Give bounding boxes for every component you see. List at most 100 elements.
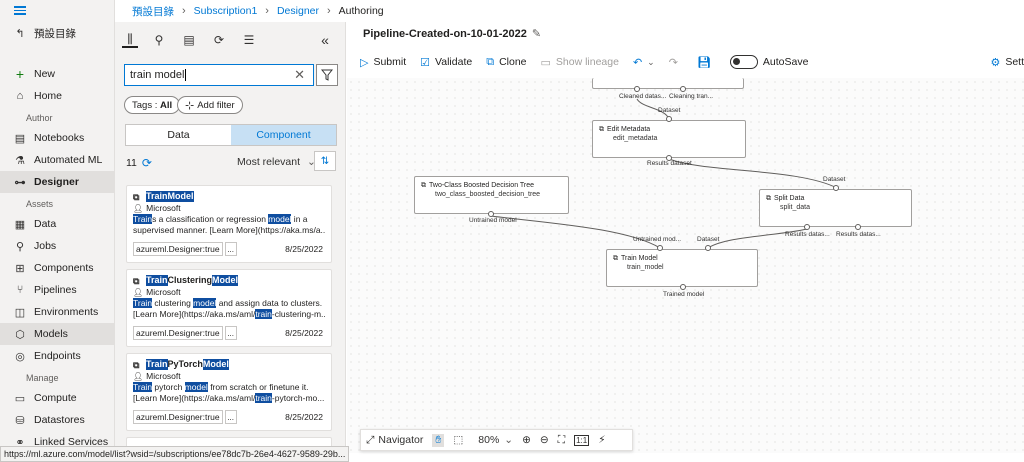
card-tag[interactable]: azureml.Designer:true xyxy=(133,410,223,424)
breadcrumb-subscription[interactable]: Subscription1 xyxy=(194,5,258,17)
port-out[interactable] xyxy=(804,224,810,230)
pan-hand-button[interactable]: ✋︎ xyxy=(432,433,445,447)
hamburger-menu-icon[interactable] xyxy=(14,4,26,16)
fit-to-screen-button[interactable]: ⛶ xyxy=(558,434,565,447)
settings-button[interactable]: ⚙ Sett xyxy=(990,56,1024,69)
library-tab-icon[interactable]: ⫼ xyxy=(122,32,138,48)
breadcrumb-directory[interactable]: 預設目錄 xyxy=(132,4,174,19)
more-tags-button[interactable]: ... xyxy=(224,410,237,424)
text-segment: supervised manner. [Learn More](https://… xyxy=(133,225,325,235)
zoom-dropdown[interactable]: 80% ⌄ xyxy=(478,434,513,446)
card-description-line: [Learn More](https://aka.ms/aml/train-cl… xyxy=(133,309,325,320)
nav-section-assets: Assets xyxy=(26,199,54,209)
card-description-line: Train clustering model and assign data t… xyxy=(133,298,325,309)
tab-component[interactable]: Component xyxy=(231,125,336,145)
select-button[interactable]: ⬚ xyxy=(453,434,463,446)
zoom-in-button[interactable]: ⊕ xyxy=(522,434,531,446)
port-in[interactable] xyxy=(833,185,839,191)
autosave-toggle[interactable]: AutoSave xyxy=(729,55,808,69)
clear-search-icon[interactable]: ✕ xyxy=(294,67,305,83)
search-highlight: Train xyxy=(133,214,153,224)
chevron-right-icon: › xyxy=(327,5,331,17)
port-in[interactable] xyxy=(657,245,663,251)
nav-item-compute[interactable]: ▭ Compute xyxy=(0,387,115,409)
hand-icon: ✋︎ xyxy=(435,433,442,446)
nav-item-pipelines[interactable]: ⑂ Pipelines xyxy=(0,279,115,301)
show-lineage-button[interactable]: ▭ Show lineage xyxy=(541,56,619,69)
component-card-train-pytorch-model[interactable]: ⧉ Train PyTorch Model 👤︎ Microsoft Train pyt… xyxy=(126,353,332,431)
search-highlight: train xyxy=(255,393,272,403)
nav-item-components[interactable]: ⊞ Components xyxy=(0,257,115,279)
breadcrumb-designer[interactable]: Designer xyxy=(277,5,319,17)
undo-button[interactable]: ↶ ⌄ xyxy=(633,56,655,69)
port-out[interactable] xyxy=(680,284,686,290)
search-highlight: Train xyxy=(146,359,168,370)
card-description-line: [Learn More](https://aka.ms/aml/train-py… xyxy=(133,393,325,404)
nav-item-data[interactable]: ▦ Data xyxy=(0,213,115,235)
list-tab-icon[interactable]: ☰ xyxy=(241,32,257,48)
sort-dropdown[interactable]: Most relevant ⌄ xyxy=(237,156,316,168)
pipeline-canvas[interactable]: Cleaned datas... Cleaning tran... Datase… xyxy=(347,78,1024,453)
redo-button[interactable]: ↷ xyxy=(669,56,683,69)
search-highlight: Train xyxy=(146,275,168,286)
nav-item-datastores[interactable]: ⛁ Datastores xyxy=(0,409,115,431)
card-tag[interactable]: azureml.Designer:true xyxy=(133,242,223,256)
nav-item-automated-ml[interactable]: ⚗ Automated ML xyxy=(0,149,115,171)
card-tag[interactable]: azureml.Designer:true xyxy=(133,326,223,340)
save-button[interactable]: 💾︎ xyxy=(697,56,716,69)
port-in[interactable] xyxy=(666,116,672,122)
node-train-model[interactable]: ⧉ Train Model train_model xyxy=(606,249,758,287)
refresh-tab-icon[interactable]: ⟳ xyxy=(211,32,227,48)
module-icon: ⧉ xyxy=(766,195,771,202)
add-filter-button[interactable]: ⊹ Add filter xyxy=(177,96,243,114)
text-segment: Clustering xyxy=(167,275,213,285)
search-tab-icon[interactable]: ⚲ xyxy=(151,32,167,48)
tags-filter-pill[interactable]: Tags : All xyxy=(124,96,181,114)
component-card-train-clustering-model[interactable]: ⧉ Train Clustering Model 👤︎ Microsoft Train … xyxy=(126,269,332,347)
edit-pencil-icon[interactable]: ✎ xyxy=(532,27,541,40)
nav-item-designer[interactable]: ⊶ Designer xyxy=(0,171,115,193)
module-icon: ⧉ xyxy=(421,182,426,189)
text-segment: clustering xyxy=(152,298,194,308)
navigator-button[interactable]: ⤢ Navigator xyxy=(366,434,423,447)
zoom-out-button[interactable]: ⊖ xyxy=(540,434,549,446)
port-out[interactable] xyxy=(634,86,640,92)
port-label: Trained model xyxy=(663,291,705,298)
port-out[interactable] xyxy=(855,224,861,230)
node-cleaning[interactable] xyxy=(592,78,744,89)
component-search-input[interactable]: train model ✕ xyxy=(124,64,314,86)
sort-icon: ⇅ xyxy=(320,155,330,167)
nav-item-environments[interactable]: ◫ Environments xyxy=(0,301,115,323)
port-label: Untrained mod... xyxy=(633,236,682,243)
nav-item-new[interactable]: + New xyxy=(0,63,115,85)
node-two-class-boosted-decision-tree[interactable]: ⧉ Two-Class Boosted Decision Tree two_cla… xyxy=(414,176,569,214)
module-icon: ⧉ xyxy=(613,255,618,262)
more-tags-button[interactable]: ... xyxy=(224,242,237,256)
submit-button[interactable]: ▷ Submit xyxy=(360,56,406,69)
port-out[interactable] xyxy=(680,86,686,92)
nav-item-models[interactable]: ⬡ Models xyxy=(0,323,115,345)
collapse-panel-icon[interactable]: « xyxy=(317,32,333,48)
nav-item-jobs[interactable]: ⚲ Jobs xyxy=(0,235,115,257)
more-tags-button[interactable]: ... xyxy=(224,326,237,340)
nav-item-notebooks[interactable]: ▤ Notebooks xyxy=(0,127,115,149)
component-card-train-model[interactable]: ⧉ Train Model 👤︎ Microsoft Trains a classifi… xyxy=(126,185,332,263)
validate-button[interactable]: ☑ Validate xyxy=(420,56,472,69)
tab-data[interactable]: Data xyxy=(126,125,231,145)
node-split-data[interactable]: ⧉ Split Data split_data xyxy=(759,189,912,227)
sort-order-button[interactable]: ⇅ xyxy=(314,151,336,171)
clone-button[interactable]: ⧉ Clone xyxy=(486,56,526,69)
filter-icon xyxy=(321,69,333,81)
search-highlight: model xyxy=(193,298,217,308)
port-in[interactable] xyxy=(705,245,711,251)
auto-layout-button[interactable]: ⚡︎ xyxy=(598,434,605,446)
datastores-icon: ⛁ xyxy=(15,414,25,427)
nav-item-home[interactable]: ⌂ Home xyxy=(0,85,115,107)
nav-back-to-directory[interactable]: ↰ 預設目錄 xyxy=(0,22,115,44)
node-edit-metadata[interactable]: ⧉ Edit Metadata edit_metadata xyxy=(592,120,746,158)
nav-item-endpoints[interactable]: ◎ Endpoints xyxy=(0,345,115,367)
filter-button[interactable] xyxy=(316,64,338,86)
actual-size-button[interactable]: 1:1 xyxy=(574,434,590,446)
datasets-tab-icon[interactable]: ▤ xyxy=(181,32,197,48)
refresh-icon[interactable]: ⟳ xyxy=(142,156,152,170)
